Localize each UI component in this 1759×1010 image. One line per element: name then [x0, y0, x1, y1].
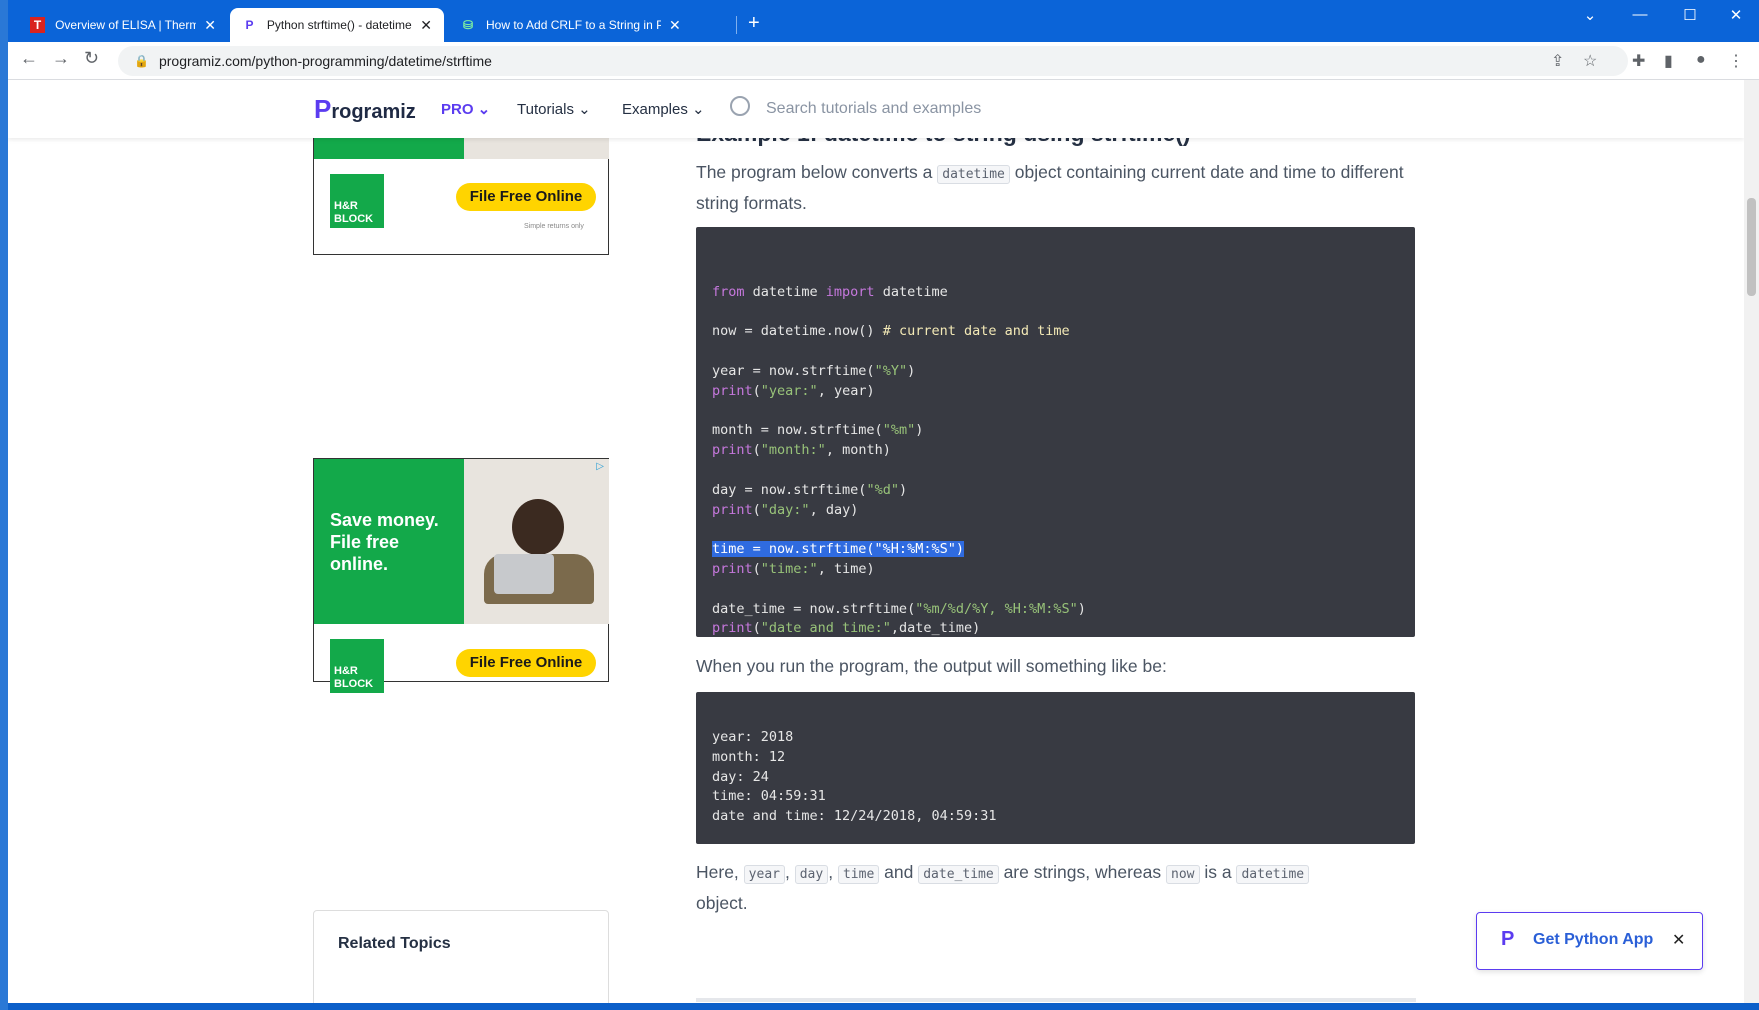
side-panel-icon[interactable]: ▮	[1664, 51, 1673, 71]
tab-search-dropdown-icon[interactable]: ⌄	[1570, 6, 1610, 24]
menu-pro[interactable]: PRO ⌄	[441, 100, 490, 118]
hr-block-logo: H&R BLOCK	[330, 639, 384, 693]
desktop-background	[0, 0, 8, 1010]
tab-separator	[736, 16, 737, 34]
web-page: Programiz PRO ⌄ Tutorials ⌄ Examples ⌄ H…	[8, 80, 1744, 1003]
maximize-button[interactable]: ☐	[1670, 6, 1710, 24]
output-intro-paragraph: When you run the program, the output wil…	[696, 656, 1167, 676]
page-scrollbar[interactable]	[1744, 80, 1759, 1003]
menu-tutorials[interactable]: Tutorials ⌄	[517, 100, 591, 118]
related-topics-title: Related Topics	[338, 935, 451, 952]
ad-choices-icon[interactable]: ▷	[596, 461, 604, 472]
reload-icon[interactable]: ↻	[84, 48, 99, 69]
site-header: Programiz PRO ⌄ Tutorials ⌄ Examples ⌄	[8, 80, 1744, 138]
tab-label: Python strftime() - datetime to st	[266, 18, 412, 32]
logo-mark-icon: P	[314, 94, 332, 124]
programiz-favicon-icon: P	[245, 18, 254, 32]
forward-arrow-icon[interactable]: →	[52, 48, 70, 69]
search-input[interactable]	[766, 94, 1166, 124]
file-free-online-button[interactable]: File Free Online	[456, 649, 596, 677]
intro-paragraph: The program below converts a datetime ob…	[696, 162, 1404, 213]
new-tab-button[interactable]: +	[748, 12, 760, 35]
programiz-logo-icon: P	[1501, 928, 1515, 950]
tab-elisa[interactable]: T Overview of ELISA | Thermo Fishe ✕	[18, 8, 228, 42]
ad-green-panel: Save money. File free online.	[314, 459, 464, 624]
output-line: day: 24	[712, 768, 769, 785]
lock-icon: 🔒	[134, 54, 149, 68]
url-text: programiz.com/python-programming/datetim…	[158, 53, 492, 69]
tab-crlf[interactable]: ⛁ How to Add CRLF to a String in P ✕	[448, 8, 738, 42]
code-block: from datetime import datetime now = date…	[696, 227, 1415, 637]
browser-window: T Overview of ELISA | Thermo Fishe ✕ P P…	[8, 0, 1759, 1003]
menu-examples[interactable]: Examples ⌄	[622, 100, 705, 118]
ad-fine-print: Simple returns only	[524, 223, 584, 230]
search-icon[interactable]	[730, 96, 750, 116]
outro-paragraph: Here, year, day, time and date_time are …	[696, 858, 1416, 918]
tab-label: How to Add CRLF to a String in P	[486, 18, 661, 32]
inline-code-datetime: datetime	[937, 165, 1010, 184]
selected-code-line[interactable]: time = now.strftime("%H:%M:%S")	[712, 541, 964, 558]
profile-avatar-icon[interactable]: ●	[1696, 51, 1706, 69]
address-bar[interactable]: 🔒 programiz.com/python-programming/datet…	[118, 46, 1628, 76]
tab-strftime[interactable]: P Python strftime() - datetime to st ✕	[230, 8, 444, 42]
output-line: month: 12	[712, 748, 786, 765]
extensions-puzzle-icon[interactable]: ✚	[1632, 51, 1645, 71]
ad-headline: Save money. File free online.	[330, 510, 439, 574]
back-arrow-icon[interactable]: ←	[20, 48, 38, 69]
logo-text: rogramiz	[331, 101, 416, 123]
tab-strip: T Overview of ELISA | Thermo Fishe ✕ P P…	[8, 0, 1759, 42]
programiz-logo[interactable]: Programiz	[314, 94, 416, 125]
output-line: date and time: 12/24/2018, 04:59:31	[712, 808, 997, 825]
browser-menu-icon[interactable]: ⋮	[1728, 51, 1744, 71]
output-block: year: 2018 month: 12 day: 24 time: 04:59…	[696, 692, 1415, 844]
close-window-button[interactable]: ✕	[1716, 6, 1756, 24]
related-topics-card: Related Topics	[313, 910, 609, 1003]
close-icon[interactable]: ✕	[669, 17, 681, 34]
hr-block-logo: H&R BLOCK	[330, 174, 384, 228]
thermo-favicon-icon: T	[30, 17, 46, 33]
output-line: year: 2018	[712, 729, 794, 745]
section-divider	[696, 998, 1416, 1002]
close-icon[interactable]: ✕	[420, 17, 432, 34]
get-python-app-link[interactable]: Get Python App	[1533, 931, 1653, 949]
get-python-app-banner[interactable]: P Get Python App ✕	[1476, 912, 1703, 970]
close-icon[interactable]: ✕	[204, 17, 216, 34]
scrollbar-thumb[interactable]	[1747, 198, 1756, 296]
ad-photo	[464, 459, 609, 624]
browser-toolbar: ← → ↻ 🔒 programiz.com/python-programming…	[8, 42, 1759, 80]
ad-banner[interactable]: Save money. File free online. ▷ H&R BLOCK F…	[313, 458, 609, 693]
file-free-online-button[interactable]: File Free Online	[456, 183, 596, 211]
tab-label: Overview of ELISA | Thermo Fishe	[55, 18, 197, 32]
output-line: time: 04:59:31	[712, 788, 826, 805]
minimize-button[interactable]: —	[1620, 6, 1660, 23]
share-icon[interactable]: ⇪	[1551, 51, 1564, 71]
site-favicon-icon: ⛁	[462, 18, 474, 32]
bookmark-star-icon[interactable]: ☆	[1583, 51, 1597, 71]
close-icon[interactable]: ✕	[1672, 930, 1685, 950]
